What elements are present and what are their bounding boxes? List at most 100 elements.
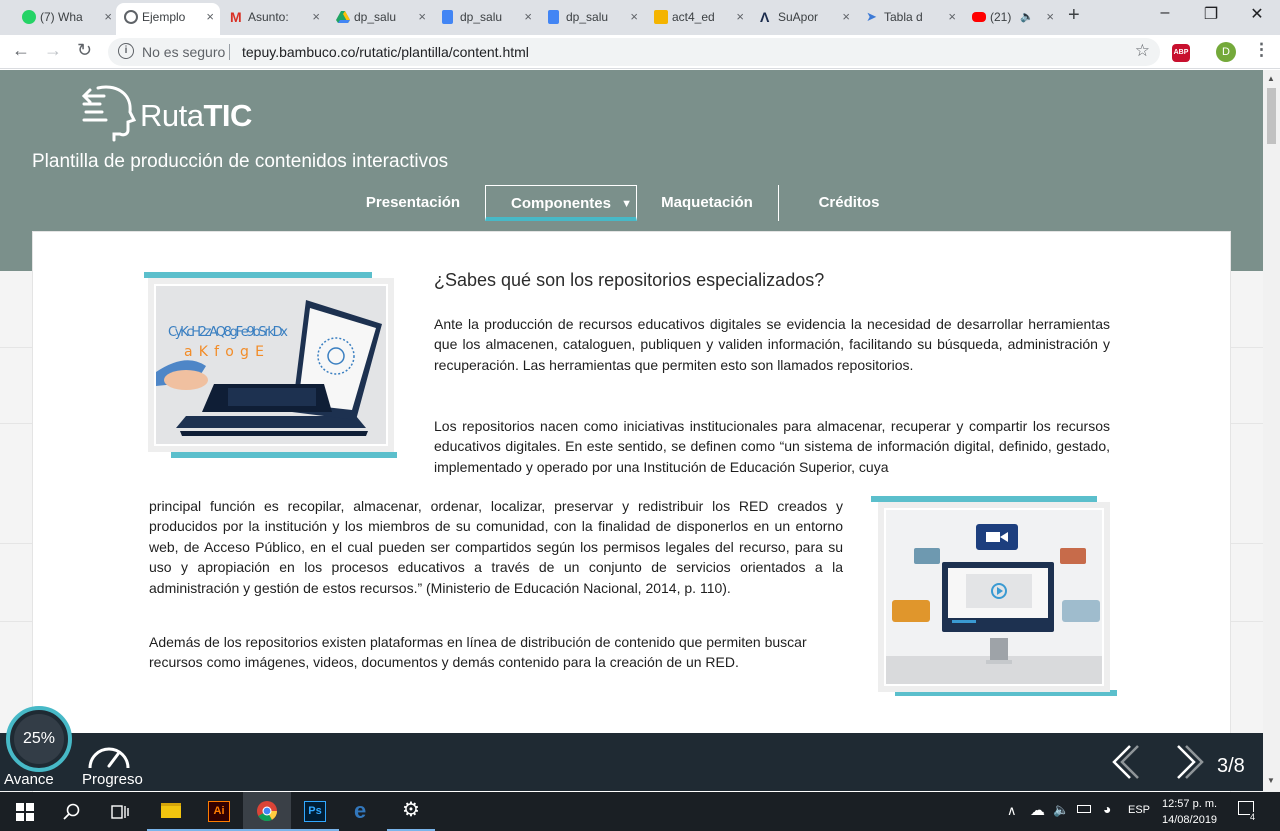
monitor-illustration bbox=[878, 502, 1110, 692]
info-icon[interactable]: i bbox=[118, 43, 134, 59]
progreso-label[interactable]: Progreso bbox=[82, 771, 143, 788]
forward-button[interactable]: → bbox=[44, 40, 62, 61]
illustrator-label: Ai bbox=[208, 801, 230, 822]
chrome-icon[interactable] bbox=[243, 792, 291, 831]
browser-menu-icon[interactable]: ⋮ bbox=[1253, 40, 1270, 60]
browser-tab[interactable]: act4_ed × bbox=[646, 3, 750, 35]
avance-label: Avance bbox=[4, 771, 54, 788]
page-counter: 3/8 bbox=[1217, 755, 1245, 777]
browser-tab[interactable]: Λ SuApor × bbox=[752, 3, 856, 35]
browser-tab[interactable]: dp_salu × bbox=[434, 3, 538, 35]
back-button[interactable]: ← bbox=[12, 40, 30, 61]
divider bbox=[229, 44, 230, 60]
dropdown-caret-icon[interactable]: ▼ bbox=[621, 186, 632, 222]
tab-label: dp_salu bbox=[354, 10, 397, 24]
profile-avatar[interactable]: D bbox=[1216, 42, 1236, 62]
onedrive-icon[interactable]: ☁ bbox=[1030, 801, 1045, 819]
menu-item-presentacion[interactable]: Presentación bbox=[345, 185, 481, 221]
windows-start-icon[interactable] bbox=[16, 803, 34, 821]
vertical-scrollbar[interactable]: ▲ ▼ bbox=[1263, 70, 1280, 792]
docs-icon bbox=[442, 10, 453, 24]
paragraph-4: Además de los repositorios existen plata… bbox=[149, 634, 807, 671]
tab-label: Tabla d bbox=[884, 10, 923, 24]
close-icon[interactable]: × bbox=[418, 3, 426, 31]
language-indicator[interactable]: ESP bbox=[1128, 804, 1150, 816]
tab-label: (7) Wha bbox=[40, 10, 83, 24]
close-icon[interactable]: × bbox=[948, 3, 956, 31]
rutatic-logo[interactable]: RutaTIC bbox=[80, 82, 270, 144]
close-icon[interactable]: × bbox=[630, 3, 638, 31]
video-repository-image bbox=[886, 524, 1102, 684]
browser-tab[interactable]: dp_salu × bbox=[328, 3, 432, 35]
gauge-icon[interactable] bbox=[86, 738, 132, 772]
slides-icon bbox=[654, 10, 668, 24]
close-icon[interactable]: × bbox=[206, 3, 214, 31]
menu-item-creditos[interactable]: Créditos bbox=[781, 185, 917, 221]
search-icon[interactable] bbox=[63, 803, 81, 821]
head-logo-icon bbox=[81, 85, 136, 142]
previous-page-arrow-icon[interactable] bbox=[1108, 742, 1148, 782]
menu-item-maquetacion[interactable]: Maquetación bbox=[641, 185, 773, 221]
tab-label: SuApor bbox=[778, 10, 819, 24]
browser-tab[interactable]: ➤ Tabla d × bbox=[858, 3, 962, 35]
browser-tab[interactable]: (21) 🔈 × bbox=[964, 3, 1060, 35]
minimize-button[interactable]: – bbox=[1142, 4, 1188, 22]
progress-ring: 25% bbox=[6, 706, 72, 772]
taskbar-clock[interactable]: 12:57 p. m. 14/08/2019 bbox=[1162, 796, 1217, 828]
close-icon[interactable]: × bbox=[736, 3, 744, 31]
paragraph-2: Los repositorios nacen como iniciativas … bbox=[434, 418, 1110, 475]
close-icon[interactable]: × bbox=[524, 3, 532, 31]
edge-icon[interactable]: e bbox=[339, 792, 387, 831]
scrollbar-thumb[interactable] bbox=[1267, 88, 1276, 144]
browser-tab[interactable]: dp_salu × bbox=[540, 3, 644, 35]
battery-icon[interactable] bbox=[1077, 805, 1091, 813]
photoshop-icon[interactable]: Ps bbox=[291, 792, 339, 831]
laptop-data-image: C y K c H 2 z A Q 8 g F e 9 b S r k D x … bbox=[156, 300, 382, 436]
adblock-icon[interactable]: ABP bbox=[1172, 44, 1190, 62]
menu-item-componentes[interactable]: Componentes ▼ bbox=[485, 185, 637, 221]
reload-button[interactable]: ↻ bbox=[77, 40, 92, 61]
next-page-arrow-icon[interactable] bbox=[1168, 742, 1208, 782]
laptop-illustration: C y K c H 2 z A Q 8 g F e 9 b S r k D x … bbox=[148, 278, 394, 452]
gear-icon: ⚙ bbox=[402, 799, 420, 821]
tray-chevron-icon[interactable]: ∧ bbox=[1007, 803, 1017, 819]
tab-label: dp_salu bbox=[460, 10, 503, 24]
menu-item-label: Presentación bbox=[365, 194, 461, 211]
scroll-down-arrow-icon[interactable]: ▼ bbox=[1267, 776, 1275, 785]
course-footer-bar bbox=[0, 733, 1263, 791]
restore-button[interactable]: ❐ bbox=[1188, 4, 1234, 24]
close-icon[interactable]: × bbox=[104, 3, 112, 31]
address-bar[interactable]: i No es seguro tepuy.bambuco.co/rutatic/… bbox=[108, 38, 1160, 66]
speaker-icon[interactable]: 🔈 bbox=[1020, 3, 1034, 31]
browser-tab-active[interactable]: Ejemplo × bbox=[116, 3, 220, 35]
gmail-icon: M bbox=[230, 9, 242, 25]
page-viewport: RutaTIC Plantilla de producción de conte… bbox=[0, 70, 1263, 792]
close-icon[interactable]: × bbox=[312, 3, 320, 31]
scroll-up-arrow-icon[interactable]: ▲ bbox=[1267, 74, 1275, 83]
close-window-button[interactable]: ✕ bbox=[1234, 4, 1280, 24]
browser-tab[interactable]: (7) Wha × bbox=[14, 3, 118, 35]
suaporte-icon: Λ bbox=[760, 9, 770, 25]
wifi-icon[interactable]: ◕ bbox=[1103, 801, 1111, 817]
section-heading: ¿Sabes qué son los repositorios especial… bbox=[434, 270, 825, 290]
paragraph-1: Ante la producción de recursos educativo… bbox=[434, 316, 1110, 373]
task-view-icon[interactable] bbox=[111, 803, 129, 821]
new-tab-button[interactable]: + bbox=[1068, 4, 1080, 27]
tab-label: Asunto: bbox=[248, 10, 289, 24]
browser-tab[interactable]: M Asunto: × bbox=[222, 3, 326, 35]
content-card: C y K c H 2 z A Q 8 g F e 9 b S r k D x … bbox=[32, 231, 1231, 792]
bookmark-star-icon[interactable]: ☆ bbox=[1135, 41, 1150, 61]
bird-icon: ➤ bbox=[866, 9, 877, 24]
settings-icon[interactable]: ⚙ bbox=[387, 792, 435, 831]
security-label[interactable]: No es seguro bbox=[142, 44, 225, 60]
menu-divider bbox=[778, 185, 779, 221]
browser-toolbar: ← → ↻ i No es seguro tepuy.bambuco.co/ru… bbox=[0, 35, 1280, 69]
menu-item-label: Créditos bbox=[818, 194, 880, 211]
close-icon[interactable]: × bbox=[1046, 3, 1054, 31]
url-text[interactable]: tepuy.bambuco.co/rutatic/plantilla/conte… bbox=[242, 44, 529, 60]
illustrator-icon[interactable]: Ai bbox=[195, 792, 243, 831]
tab-label: Ejemplo bbox=[142, 10, 186, 24]
volume-icon[interactable]: 🔈 bbox=[1053, 802, 1069, 818]
file-explorer-icon[interactable] bbox=[147, 792, 195, 831]
close-icon[interactable]: × bbox=[842, 3, 850, 31]
